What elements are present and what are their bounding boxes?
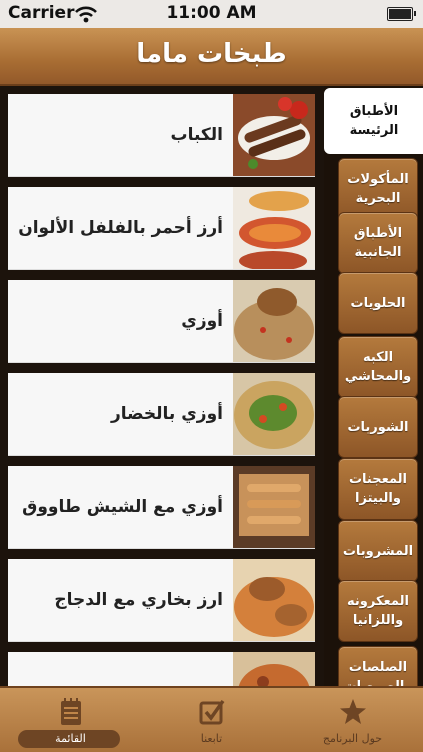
- dish-thumbnail: [233, 652, 315, 686]
- category-pastries-pizza[interactable]: المعجنات والبيتزا: [338, 458, 418, 520]
- category-drinks[interactable]: المشروبات: [338, 520, 418, 582]
- dish-name: أوزي بالخضار: [110, 404, 223, 424]
- checkbox-icon: [199, 699, 224, 725]
- star-icon: [339, 699, 366, 724]
- dish-row-kebab[interactable]: الكباب: [8, 94, 315, 177]
- dish-name: أرز أحمر بالفلفل الألوان: [18, 218, 223, 238]
- dish-row-ouzi-shish-tawook[interactable]: أوزي مع الشيش طاووق: [8, 466, 315, 549]
- dish-thumbnail: [233, 373, 315, 455]
- dish-row-ouzi[interactable]: أوزي: [8, 280, 315, 363]
- category-side-dishes[interactable]: الأطباق الجانبية: [338, 212, 418, 274]
- tab-label: حول البرنامج: [322, 732, 383, 745]
- dish-name: ارز بخاري مع الدجاج: [54, 590, 223, 610]
- dish-name: الكباب: [170, 125, 223, 145]
- dish-thumbnail: [233, 559, 315, 641]
- dish-thumbnail: [233, 94, 315, 176]
- tab-about[interactable]: حول البرنامج: [282, 688, 423, 752]
- tab-bar: القائمة تابعنا حول البرنامج: [0, 686, 423, 752]
- notepad-icon: [60, 698, 81, 725]
- dish-thumbnail: [233, 466, 315, 548]
- tab-label: القائمة: [55, 732, 86, 745]
- dish-row-red-rice[interactable]: أرز أحمر بالفلفل الألوان: [8, 187, 315, 270]
- status-bar: Carrier 11:00 AM: [0, 0, 423, 28]
- battery-icon: [387, 7, 416, 21]
- dish-row-ouzi-vegetables[interactable]: أوزي بالخضار: [8, 373, 315, 456]
- dish-list[interactable]: الكباب أرز أحمر بالفلفل الألوان أوزي أوز…: [0, 86, 324, 686]
- dish-name: أوزي: [181, 311, 223, 331]
- category-desserts[interactable]: الحلويات: [338, 272, 418, 334]
- category-sidebar[interactable]: الأطباق الرئيسة المأكولات البحرية الأطبا…: [324, 86, 423, 686]
- dish-row-partial[interactable]: [8, 652, 315, 686]
- clock: 11:00 AM: [166, 3, 257, 23]
- category-soups[interactable]: الشوربات: [338, 396, 418, 458]
- tab-label: تابعنا: [200, 732, 223, 745]
- dish-thumbnail: [233, 187, 315, 269]
- tab-menu[interactable]: القائمة: [0, 688, 141, 752]
- category-pasta-lasagna[interactable]: المعكرونه واللزانيا: [338, 580, 418, 642]
- app-title: طبخات ماما: [136, 39, 287, 69]
- dish-thumbnail: [233, 280, 315, 362]
- category-sauces[interactable]: الصلصات والصوصات: [338, 646, 418, 686]
- dish-name: أوزي مع الشيش طاووق: [22, 497, 223, 517]
- tab-follow-us[interactable]: تابعنا: [141, 688, 282, 752]
- category-main-dishes[interactable]: الأطباق الرئيسة: [324, 88, 423, 154]
- category-kibbeh-stuffed[interactable]: الكبه والمحاشي: [338, 336, 418, 398]
- category-seafood[interactable]: المأكولات البحرية: [338, 158, 418, 220]
- dish-row-bukhari-rice[interactable]: ارز بخاري مع الدجاج: [8, 559, 315, 642]
- app-header: طبخات ماما: [0, 28, 423, 86]
